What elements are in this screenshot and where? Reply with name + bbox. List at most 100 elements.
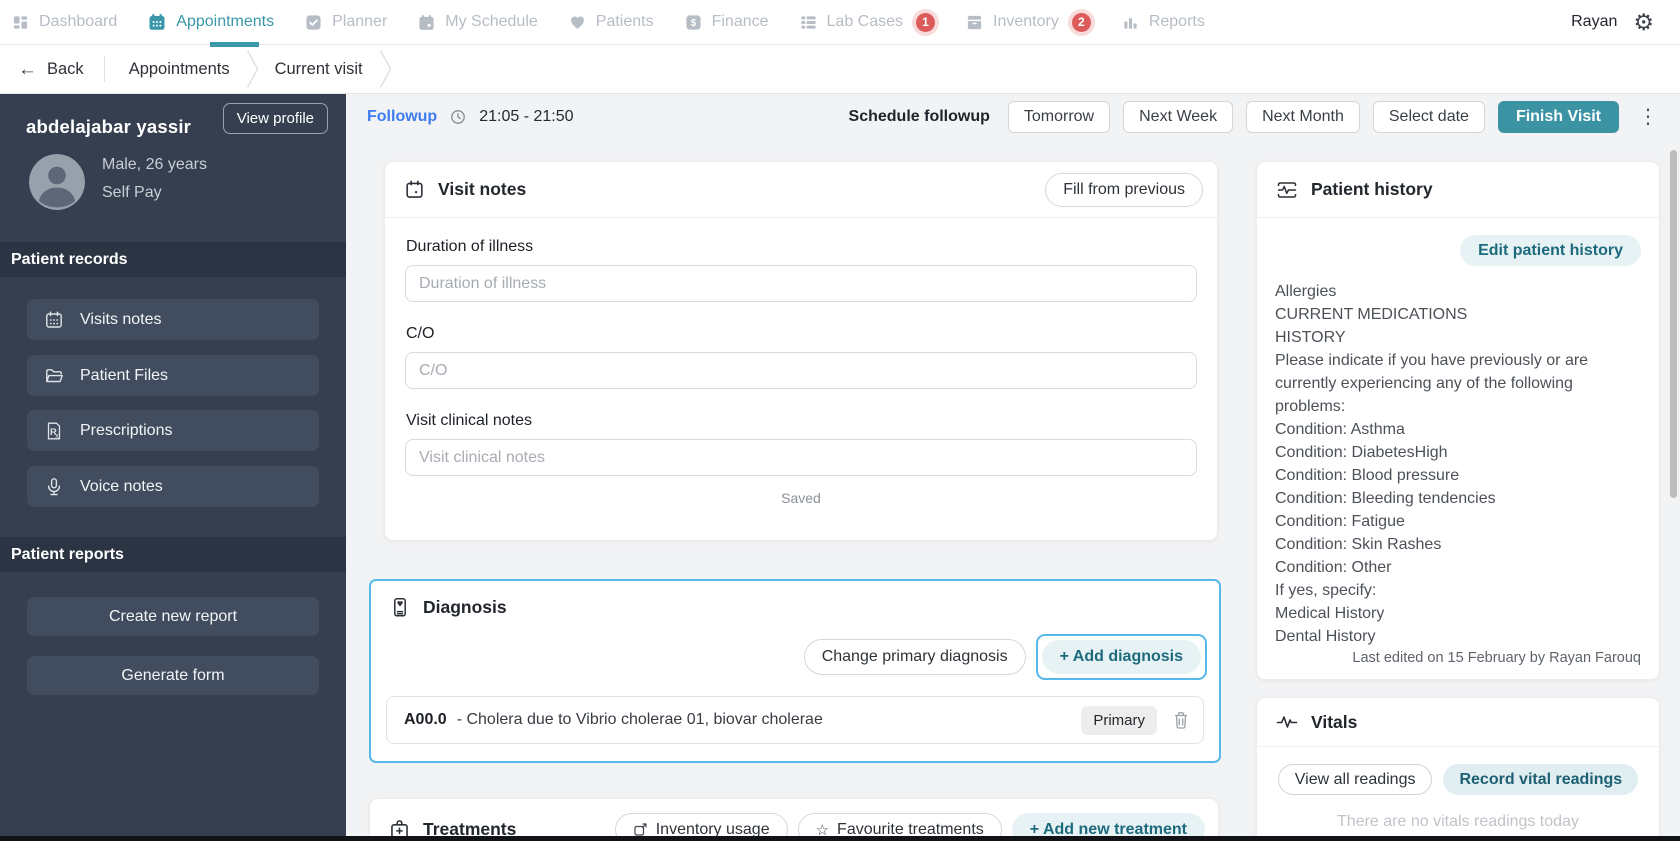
history-line: HISTORY	[1275, 329, 1346, 346]
nav-dashboard[interactable]: Dashboard	[12, 13, 117, 31]
sidebar-item-label: Voice notes	[80, 477, 163, 495]
record-vital-readings-button[interactable]: Record vital readings	[1443, 764, 1639, 795]
trash-icon[interactable]	[1173, 711, 1189, 729]
dollar-square-icon: $	[685, 14, 702, 31]
sidebar-item-visits-notes[interactable]: Visits notes	[27, 299, 319, 340]
last-edited-note: Last edited on 15 February by Rayan Faro…	[1352, 650, 1641, 666]
sidebar-item-label: Visits notes	[80, 310, 162, 328]
nav-label: My Schedule	[445, 13, 538, 30]
co-input[interactable]	[405, 352, 1197, 389]
heart-icon	[569, 14, 586, 31]
diagnosis-icon: ♥	[390, 597, 410, 618]
nav-label: Dashboard	[39, 13, 118, 30]
box-icon	[966, 14, 983, 31]
sidebar-item-label: Prescriptions	[80, 421, 173, 439]
history-line: Condition: Blood pressure	[1275, 467, 1460, 484]
duration-of-illness-input[interactable]	[405, 265, 1197, 302]
view-profile-button[interactable]: View profile	[222, 103, 328, 134]
nav-label: Finance	[711, 13, 769, 30]
bar-chart-icon	[1122, 14, 1139, 31]
finish-visit-button[interactable]: Finish Visit	[1497, 101, 1619, 133]
nav-label: Planner	[332, 13, 388, 30]
visit-header: Followup 21:05 - 21:50 Schedule followup…	[346, 94, 1680, 140]
nav-finance[interactable]: $ Finance	[685, 13, 769, 31]
main-content: Followup 21:05 - 21:50 Schedule followup…	[346, 94, 1680, 841]
treatments-card: Treatments Inventory usage ☆ Favourite t…	[369, 798, 1219, 841]
sidebar-item-patient-files[interactable]: Patient Files	[27, 355, 319, 396]
add-diagnosis-button[interactable]: + Add diagnosis	[1041, 640, 1201, 674]
nav-lab-cases[interactable]: Lab Cases 1	[800, 12, 936, 32]
nav-inventory[interactable]: Inventory 2	[966, 12, 1091, 32]
visit-notes-card: Visit notes Fill from previous Duration …	[384, 161, 1218, 541]
nav-reports[interactable]: Reports	[1122, 13, 1205, 31]
gear-icon[interactable]: ⚙	[1633, 10, 1654, 34]
schedule-select-date-button[interactable]: Select date	[1372, 101, 1485, 133]
patient-sidebar: abdelajabar yassir View profile Male, 26…	[0, 94, 346, 841]
schedule-followup-label: Schedule followup	[848, 108, 990, 125]
svg-text:x: x	[55, 432, 59, 439]
avatar	[29, 154, 85, 210]
inventory-usage-icon	[633, 822, 648, 837]
diagnosis-description: - Cholera due to Vibrio cholerae 01, bio…	[456, 711, 823, 728]
history-line: Medical History	[1275, 605, 1385, 622]
vitals-card: Vitals View all readings Record vital re…	[1256, 697, 1660, 841]
svg-text:♥: ♥	[397, 599, 404, 608]
sidebar-item-voice-notes[interactable]: Voice notes	[27, 466, 319, 507]
vitals-empty-message: There are no vitals readings today	[1337, 813, 1579, 830]
nav-my-schedule[interactable]: My Schedule	[418, 13, 538, 31]
back-button[interactable]: ← Back	[18, 60, 84, 79]
chevron-right-icon	[379, 49, 392, 89]
schedule-next-month-button[interactable]: Next Month	[1246, 101, 1360, 133]
visit-clinical-notes-input[interactable]	[405, 439, 1197, 476]
schedule-tomorrow-button[interactable]: Tomorrow	[1007, 101, 1111, 133]
calendar-icon	[44, 310, 64, 330]
visit-notes-icon	[404, 179, 425, 200]
card-title: Diagnosis	[423, 597, 507, 617]
nav-label: Patients	[595, 13, 654, 30]
calendar-dots-icon	[148, 13, 166, 31]
check-square-icon	[305, 14, 322, 31]
inventory-badge: 2	[1071, 12, 1091, 32]
user-menu[interactable]: Rayan	[1571, 13, 1617, 31]
top-nav: Dashboard Appointments Planner My Schedu…	[0, 0, 1680, 45]
breadcrumb-appointments[interactable]: Appointments	[125, 60, 234, 79]
sidebar-item-prescriptions[interactable]: Rx Prescriptions	[27, 410, 319, 451]
svg-text:$: $	[690, 18, 696, 29]
fill-from-previous-button[interactable]: Fill from previous	[1045, 172, 1203, 207]
folder-icon	[44, 366, 64, 386]
nav-appointments[interactable]: Appointments	[148, 13, 274, 31]
diagnosis-card: ♥ Diagnosis Change primary diagnosis + A…	[369, 579, 1221, 763]
primary-badge: Primary	[1081, 705, 1157, 735]
edit-patient-history-button[interactable]: Edit patient history	[1460, 235, 1641, 266]
vitals-icon	[1276, 714, 1298, 730]
breadcrumb-current-visit[interactable]: Current visit	[271, 60, 367, 79]
diagnosis-code: A00.0	[404, 711, 447, 728]
scrollbar-thumb[interactable]	[1670, 150, 1677, 498]
sidebar-item-label: Patient Files	[80, 366, 169, 384]
history-line: Please indicate if you have previously o…	[1275, 352, 1589, 415]
patient-records-header: Patient records	[0, 242, 346, 277]
divider	[103, 56, 105, 82]
history-line: Allergies	[1275, 283, 1337, 300]
visit-type-link[interactable]: Followup	[367, 108, 437, 126]
chevron-right-icon	[246, 49, 259, 89]
nav-items: Dashboard Appointments Planner My Schedu…	[12, 12, 1205, 32]
generate-form-button[interactable]: Generate form	[27, 656, 319, 695]
nav-label: Lab Cases	[826, 13, 904, 30]
create-new-report-button[interactable]: Create new report	[27, 597, 319, 636]
nav-patients[interactable]: Patients	[569, 13, 654, 31]
diagnosis-row: A00.0 - Cholera due to Vibrio cholerae 0…	[386, 696, 1204, 744]
view-all-readings-button[interactable]: View all readings	[1277, 764, 1433, 795]
history-line: Condition: Other	[1275, 559, 1392, 576]
schedule-next-week-button[interactable]: Next Week	[1123, 101, 1234, 133]
change-primary-diagnosis-button[interactable]: Change primary diagnosis	[803, 639, 1026, 675]
nav-planner[interactable]: Planner	[305, 13, 387, 31]
patient-payment-type: Self Pay	[102, 184, 162, 201]
nav-label: Inventory	[993, 13, 1059, 30]
history-line: Condition: Skin Rashes	[1275, 536, 1442, 553]
more-options-icon[interactable]: ⋮	[1638, 107, 1658, 127]
breadcrumb: ← Back Appointments Current visit	[0, 45, 1680, 94]
history-line: Condition: Fatigue	[1275, 513, 1405, 530]
rx-icon: Rx	[44, 421, 64, 441]
nav-label: Appointments	[176, 13, 275, 30]
